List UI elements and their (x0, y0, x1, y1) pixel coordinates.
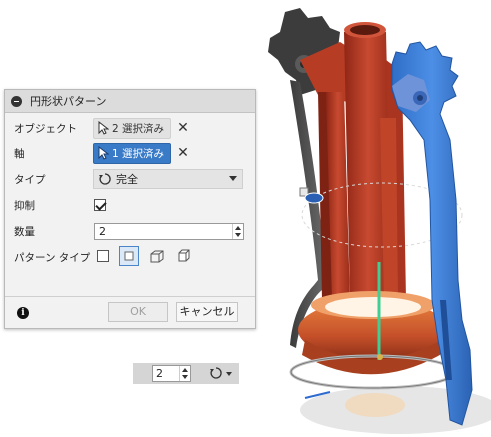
collapse-icon[interactable] (11, 95, 22, 107)
clear-icon[interactable]: ✕ (177, 121, 189, 135)
type-label: タイプ (14, 173, 46, 186)
dialog-header[interactable]: 円形状パターン (5, 90, 255, 113)
component-box-icon (178, 249, 190, 262)
suppress-row: 抑制 (5, 194, 255, 216)
pattern-type-faces-option[interactable] (97, 250, 109, 262)
spin-down-icon[interactable] (235, 232, 241, 237)
mini-spin-buttons[interactable] (179, 366, 190, 381)
type-row: タイプ 完全 (5, 168, 255, 190)
suppress-label: 抑制 (14, 199, 35, 212)
objects-label: オブジェクト (14, 122, 77, 135)
ok-button[interactable]: OK (108, 302, 168, 322)
rotate-full-icon (99, 173, 111, 185)
spin-buttons[interactable] (232, 223, 243, 239)
cursor-icon (98, 121, 109, 135)
type-value: 完全 (116, 173, 138, 186)
cursor-icon (98, 146, 109, 160)
cancel-button[interactable]: キャンセル (176, 302, 238, 322)
spin-up-icon[interactable] (235, 225, 241, 230)
quantity-label: 数量 (14, 225, 35, 238)
body-cube-icon (124, 251, 134, 261)
quantity-stepper[interactable]: 2 (94, 222, 244, 240)
circular-pattern-dialog: 円形状パターン オブジェクト 2 選択済み ✕ 軸 1 選択済み ✕ タイプ 完… (4, 89, 256, 329)
axis-label: 軸 (14, 147, 25, 160)
mini-toolbar: 2 (133, 363, 239, 384)
spin-down-icon[interactable] (182, 375, 188, 379)
axis-select-button[interactable]: 1 選択済み (93, 142, 171, 164)
suppress-checkbox[interactable] (94, 199, 107, 211)
pattern-type-components-option[interactable] (176, 248, 192, 264)
axis-row: 軸 1 選択済み ✕ (5, 142, 255, 164)
chevron-down-icon (229, 176, 237, 181)
mini-quantity-value: 2 (156, 367, 163, 380)
mini-quantity-stepper[interactable]: 2 (152, 365, 191, 382)
pattern-type-label: パターン タイプ (14, 251, 91, 264)
dialog-title: 円形状パターン (30, 95, 107, 108)
spin-up-icon[interactable] (182, 368, 188, 372)
quantity-value: 2 (99, 224, 106, 238)
objects-value: 2 選択済み (112, 122, 165, 135)
axis-value: 1 選択済み (112, 147, 165, 160)
dialog-footer: i OK キャンセル (5, 296, 255, 329)
type-dropdown[interactable]: 完全 (93, 169, 243, 189)
objects-row: オブジェクト 2 選択済み ✕ (5, 117, 255, 139)
mini-type-dropdown[interactable] (207, 366, 235, 381)
pattern-type-bodies-option[interactable] (119, 246, 139, 266)
objects-select-button[interactable]: 2 選択済み (93, 117, 171, 139)
feature-box-icon (150, 250, 164, 263)
orange-base[interactable] (289, 291, 457, 390)
info-icon[interactable]: i (17, 307, 29, 319)
check-icon (95, 199, 107, 211)
quantity-row: 数量 2 (5, 220, 255, 242)
pattern-type-row: パターン タイプ (5, 246, 255, 268)
pattern-type-features-option[interactable] (149, 248, 165, 264)
clear-icon[interactable]: ✕ (177, 146, 189, 160)
